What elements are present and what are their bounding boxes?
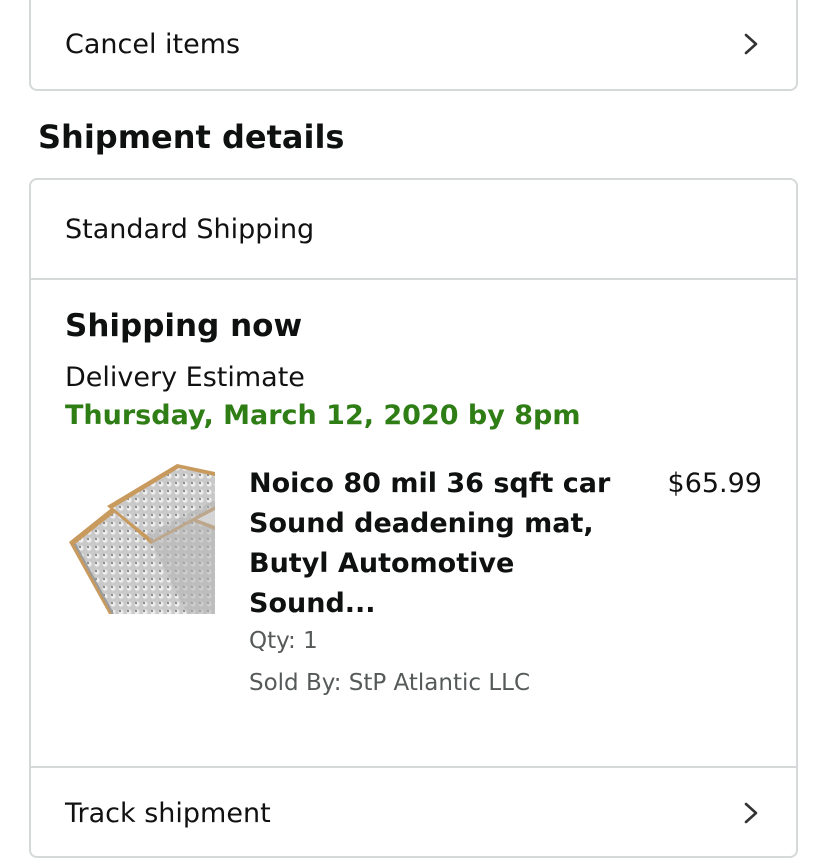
delivery-estimate-label: Delivery Estimate — [65, 362, 305, 393]
product-title-link[interactable]: Noico 80 mil 36 sqft car Sound deadening… — [249, 464, 639, 624]
product-image[interactable] — [69, 464, 215, 615]
cancel-items-card: Cancel items — [29, 0, 798, 91]
cancel-items-row[interactable]: Cancel items — [31, 0, 796, 88]
divider — [31, 278, 796, 280]
track-shipment-label: Track shipment — [65, 797, 271, 829]
shipping-method: Standard Shipping — [65, 213, 315, 245]
cancel-items-label: Cancel items — [65, 28, 241, 60]
product-quantity: Qty: 1 — [249, 628, 318, 654]
shipment-status: Shipping now — [65, 308, 303, 344]
product-seller: Sold By: StP Atlantic LLC — [249, 670, 531, 696]
shipment-details-heading: Shipment details — [38, 118, 345, 156]
chevron-right-icon — [740, 802, 762, 824]
shipment-card: Standard Shipping Shipping now Delivery … — [29, 178, 798, 858]
delivery-estimate-date: Thursday, March 12, 2020 by 8pm — [65, 400, 581, 431]
product-price: $65.99 — [667, 468, 762, 499]
chevron-right-icon — [740, 33, 762, 55]
track-shipment-row[interactable]: Track shipment — [31, 768, 796, 858]
